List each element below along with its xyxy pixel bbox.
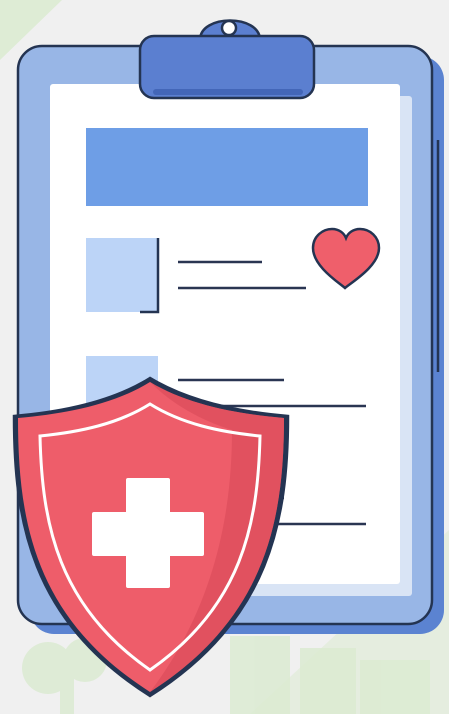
medical-illustration	[0, 0, 449, 714]
header-bar	[86, 128, 368, 206]
thumbnail-1	[86, 238, 158, 312]
